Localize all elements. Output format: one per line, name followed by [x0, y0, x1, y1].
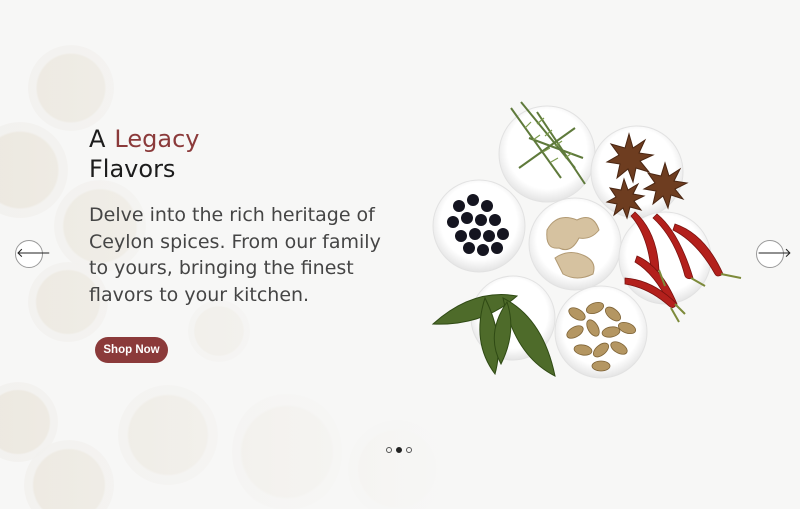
carousel-prev-button[interactable]: 🡐: [15, 240, 51, 268]
hero-title-line2: Flavors: [89, 155, 176, 183]
carousel-dot[interactable]: [386, 447, 392, 453]
arrow-right-icon: 🡒: [757, 246, 792, 261]
spice-bowls-image: [431, 101, 742, 379]
hero-title-accent: Legacy: [114, 125, 200, 153]
arrow-left-icon: 🡐: [16, 246, 51, 261]
carousel-dot-active[interactable]: [396, 447, 402, 453]
hero-title-prefix: A: [89, 125, 106, 153]
hero-description: Delve into the rich heritage of Ceylon s…: [89, 204, 381, 306]
hero-title: A Legacy Flavors: [89, 124, 199, 184]
carousel-indicators: [386, 447, 412, 453]
carousel-dot[interactable]: [406, 447, 412, 453]
carousel-next-button[interactable]: 🡒: [756, 240, 792, 268]
shop-now-button[interactable]: Shop Now: [95, 337, 168, 363]
